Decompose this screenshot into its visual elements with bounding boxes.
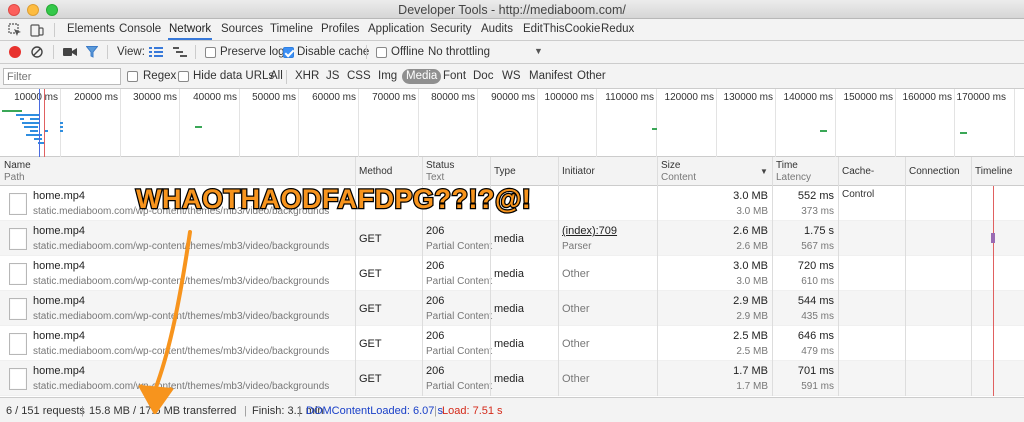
annotation-arrow — [153, 230, 192, 392]
annotation-arrowhead — [138, 384, 174, 414]
annotation-text: WHAOTHAODFAFDPG??!?@! — [136, 184, 531, 214]
annotation-overlay: WHAOTHAODFAFDPG??!?@! — [135, 183, 532, 414]
devtools-window: Developer Tools - http://mediaboom.com/ … — [0, 0, 1024, 422]
